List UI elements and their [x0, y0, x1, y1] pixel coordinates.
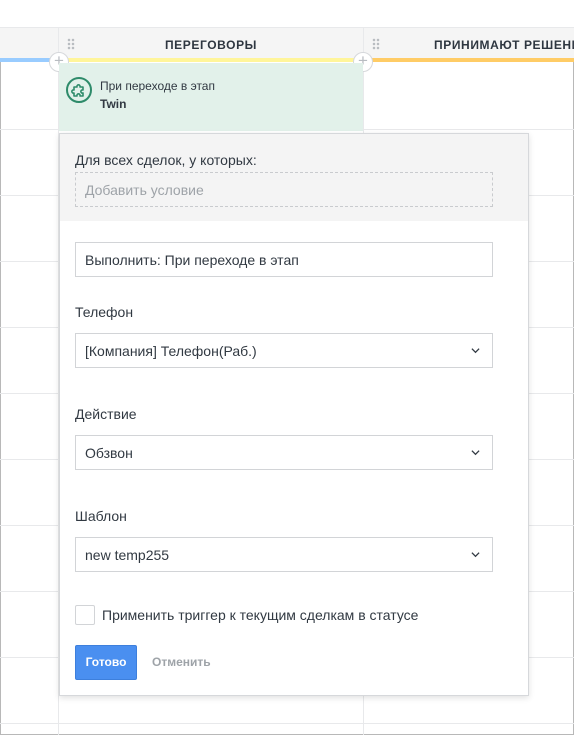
cancel-button[interactable]: Отменить [152, 655, 211, 669]
column-header-previous [0, 28, 58, 61]
done-button[interactable]: Готово [75, 645, 137, 680]
column-header-negotiations[interactable]: ПЕРЕГОВОРЫ [59, 28, 363, 61]
chevron-down-icon [471, 552, 480, 558]
phone-select-value: [Компания] Телефон(Раб.) [85, 343, 257, 359]
trigger-name: При переходе в этап [100, 79, 215, 93]
action-select-value: Обзвон [85, 445, 133, 461]
drag-handle-icon[interactable] [372, 38, 380, 50]
trigger-title: Twin [100, 97, 127, 111]
column-title: ПРИНИМАЮТ РЕШЕНИЕ [434, 38, 574, 52]
chevron-down-icon [471, 348, 480, 354]
column-stripe-previous [0, 58, 50, 62]
conditions-label: Для всех сделок, у которых: [75, 152, 257, 168]
phone-select[interactable]: [Компания] Телефон(Раб.) [75, 333, 493, 368]
action-label: Действие [75, 406, 137, 422]
apply-to-current-checkbox[interactable] [75, 605, 95, 625]
column-stripe-negotiations [59, 58, 355, 62]
apply-to-current-label[interactable]: Применить триггер к текущим сделкам в ст… [102, 607, 418, 623]
top-strip [0, 0, 574, 28]
column-header-deciding[interactable]: ПРИНИМАЮТ РЕШЕНИЕ [364, 28, 574, 61]
action-select[interactable]: Обзвон [75, 435, 493, 470]
template-select-value: new temp255 [85, 547, 170, 563]
template-label: Шаблон [75, 508, 127, 524]
execute-field[interactable]: Выполнить: При переходе в этап [75, 242, 493, 277]
conditions-section: Для всех сделок, у которых: Добавить усл… [60, 134, 528, 221]
template-select[interactable]: new temp255 [75, 537, 493, 572]
column-title: ПЕРЕГОВОРЫ [164, 38, 258, 52]
chevron-down-icon [471, 450, 480, 456]
trigger-settings-panel: Для всех сделок, у которых: Добавить усл… [59, 133, 529, 696]
column-stripe-deciding [372, 58, 574, 62]
puzzle-icon [66, 77, 92, 103]
grid-row-line [0, 723, 574, 724]
phone-label: Телефон [75, 304, 134, 320]
trigger-card[interactable]: При переходе в этап Twin [59, 63, 363, 131]
add-condition-field[interactable]: Добавить условие [75, 172, 493, 207]
